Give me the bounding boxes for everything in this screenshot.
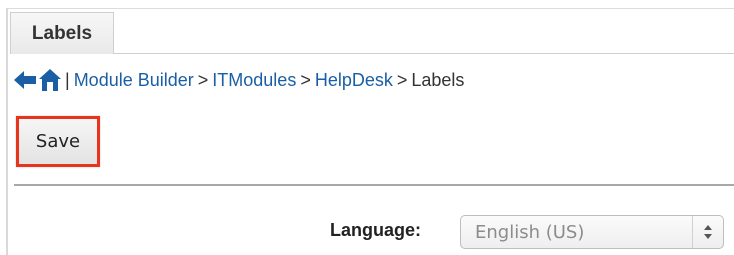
breadcrumb-link-itmodules[interactable]: ITModules (212, 70, 296, 91)
breadcrumb-arrow: > (300, 69, 311, 90)
breadcrumb-link-helpdesk[interactable]: HelpDesk (315, 70, 393, 91)
tab-baseline (114, 53, 734, 54)
breadcrumb-current: Labels (411, 69, 465, 90)
breadcrumb-separator: | (65, 69, 70, 90)
language-select[interactable]: English (US) (460, 215, 724, 249)
save-button-label: Save (35, 131, 81, 152)
breadcrumb-link-module-builder[interactable]: Module Builder (74, 70, 194, 91)
language-label: Language: (330, 220, 422, 240)
select-updown-icon (692, 216, 723, 248)
tab-labels[interactable]: Labels (10, 12, 114, 54)
section-divider (14, 184, 734, 186)
breadcrumb-arrow: > (197, 69, 209, 90)
language-select-value: English (US) (475, 221, 585, 243)
breadcrumb: | Module Builder > ITModules > HelpDesk … (13, 66, 464, 94)
save-button[interactable]: Save (16, 116, 100, 167)
top-border (6, 8, 734, 9)
breadcrumb-arrow: > (396, 69, 408, 90)
home-icon[interactable] (38, 68, 62, 92)
frame-left-border (6, 8, 8, 255)
tab-label: Labels (31, 22, 93, 44)
back-arrow-icon[interactable] (13, 69, 37, 91)
